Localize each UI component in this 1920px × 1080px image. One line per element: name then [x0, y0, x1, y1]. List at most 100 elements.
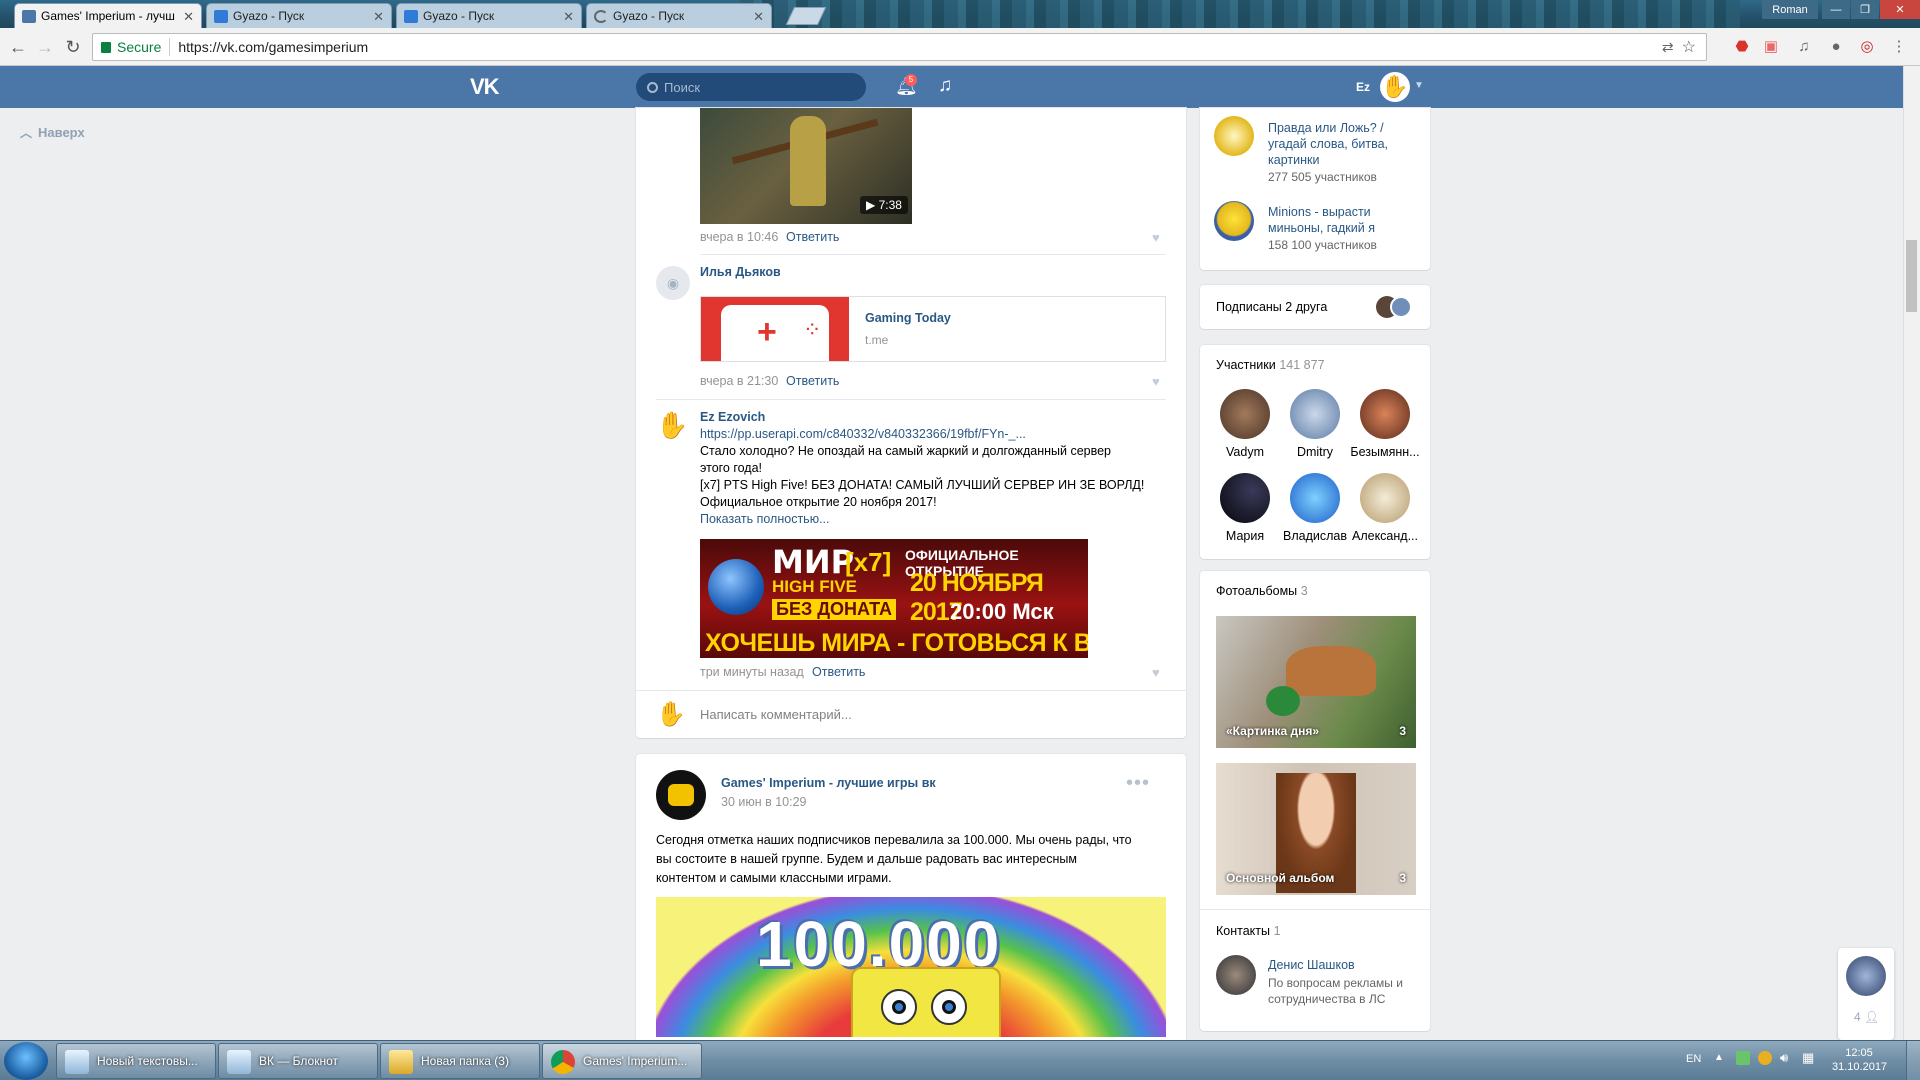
- group-name[interactable]: Minions - вырасти миньоны, гадкий я: [1268, 204, 1375, 236]
- contacts-header[interactable]: Контакты 1: [1216, 923, 1281, 938]
- member[interactable]: Мария: [1210, 473, 1280, 543]
- album-item[interactable]: «Картинка дня» 3: [1216, 616, 1416, 748]
- back-arrow-icon[interactable]: ←: [8, 37, 28, 57]
- close-icon[interactable]: ✕: [563, 9, 574, 25]
- taskbar-item-notepad-new[interactable]: Новый текстовы...: [56, 1043, 216, 1079]
- menu-dots-icon[interactable]: ⋮: [1890, 38, 1908, 56]
- forward-arrow-icon[interactable]: →: [35, 37, 55, 57]
- vk-logo[interactable]: VK: [470, 74, 500, 100]
- reply-link[interactable]: Ответить: [786, 374, 839, 388]
- group-avatar[interactable]: [1214, 116, 1254, 156]
- tray-app-icon[interactable]: [1736, 1051, 1750, 1065]
- member[interactable]: Vadym: [1210, 389, 1280, 459]
- comment-author[interactable]: Илья Дьяков: [700, 265, 781, 279]
- volume-icon[interactable]: 🔊︎: [1780, 1050, 1788, 1066]
- contact-role: По вопросам рекламы и сотрудничества в Л…: [1268, 975, 1403, 1007]
- group-avatar[interactable]: [1214, 201, 1254, 241]
- comment-input[interactable]: Написать комментарий...: [700, 707, 1160, 722]
- url-text[interactable]: https://vk.com/gamesimperium: [178, 39, 368, 55]
- post-author[interactable]: Games' Imperium - лучшие игры вк: [721, 776, 936, 790]
- member[interactable]: Владислав: [1280, 473, 1350, 543]
- comment-author[interactable]: Ez Ezovich: [700, 410, 765, 424]
- promo-banner-image[interactable]: МИР [x7] HIGH FIVE БЕЗ ДОНАТА ОФИЦИАЛЬНО…: [700, 539, 1088, 658]
- clock[interactable]: 12:05 31.10.2017: [1832, 1046, 1887, 1074]
- network-icon[interactable]: ▦: [1802, 1050, 1814, 1066]
- taskbar-item-chrome[interactable]: Games' Imperium...: [542, 1043, 702, 1079]
- commenter-avatar[interactable]: ✋: [656, 410, 688, 441]
- extension-icon[interactable]: ◎: [1858, 38, 1876, 56]
- like-heart-icon[interactable]: ♥: [1152, 230, 1160, 245]
- group-name[interactable]: Правда или Ложь? / угадай слова, битва, …: [1268, 120, 1388, 168]
- contact-name[interactable]: Денис Шашков: [1268, 957, 1355, 973]
- task-label: Новый текстовы...: [97, 1054, 198, 1068]
- globe-icon: [708, 559, 764, 615]
- scroll-to-top-link[interactable]: ︿ Наверх: [20, 124, 85, 141]
- minimize-icon[interactable]: —: [1822, 0, 1850, 19]
- link-attachment[interactable]: + ⁘ Gaming Today t.me: [700, 296, 1166, 362]
- adblock-icon[interactable]: ⬣: [1733, 38, 1751, 56]
- chat-widget[interactable]: 4 👤︎: [1838, 948, 1894, 1040]
- music-note-icon[interactable]: ♫: [938, 75, 952, 97]
- albums-header[interactable]: Фотоальбомы 3: [1216, 583, 1308, 598]
- translate-icon[interactable]: ⇄: [1662, 39, 1674, 56]
- address-bar[interactable]: Secure https://vk.com/gamesimperium ⇄ ☆: [92, 33, 1707, 61]
- taskbar-item-notepad-vk[interactable]: ВК — Блокнот: [218, 1043, 378, 1079]
- eye-art: [931, 989, 967, 1025]
- tray-expand-icon[interactable]: ▲: [1714, 1052, 1724, 1063]
- music-extension-icon[interactable]: ♫: [1795, 38, 1813, 56]
- members-header[interactable]: Участники 141 877: [1216, 357, 1325, 372]
- divider: [169, 38, 171, 56]
- reload-icon[interactable]: ↻: [63, 37, 83, 57]
- close-icon[interactable]: ✕: [373, 9, 384, 25]
- profile-user-label[interactable]: Roman: [1762, 0, 1818, 19]
- language-indicator[interactable]: EN: [1686, 1053, 1701, 1065]
- start-button[interactable]: [4, 1042, 48, 1080]
- tray-app-icon[interactable]: [1758, 1051, 1772, 1065]
- comment-link[interactable]: https://pp.userapi.com/c840332/v84033236…: [700, 426, 1166, 443]
- close-icon[interactable]: ✕: [183, 9, 194, 25]
- close-icon[interactable]: ✕: [753, 9, 764, 25]
- show-desktop-button[interactable]: [1906, 1041, 1920, 1080]
- reply-link[interactable]: Ответить: [786, 230, 839, 244]
- tab-label: Gyazo - Пуск: [233, 9, 305, 23]
- member-avatar: [1290, 473, 1340, 523]
- window-close-icon[interactable]: ✕: [1880, 0, 1920, 19]
- tab-gyazo-2[interactable]: Gyazo - Пуск ✕: [396, 3, 582, 28]
- reply-link[interactable]: Ответить: [812, 665, 865, 679]
- video-thumbnail[interactable]: ▶ 7:38: [700, 108, 912, 224]
- member[interactable]: Безымянн...: [1350, 389, 1420, 459]
- header-username[interactable]: Ez: [1356, 80, 1370, 94]
- more-dots-icon[interactable]: •••: [1126, 772, 1150, 795]
- tab-gyazo-1[interactable]: Gyazo - Пуск ✕: [206, 3, 392, 28]
- chat-count[interactable]: 4 👤︎: [1854, 1010, 1879, 1024]
- maximize-icon[interactable]: ❐: [1851, 0, 1879, 19]
- chrome-icon: [551, 1050, 575, 1074]
- scrollbar-thumb[interactable]: [1906, 240, 1917, 312]
- tab-label: Games' Imperium - лучш: [41, 9, 175, 23]
- bookmark-star-icon[interactable]: ☆: [1682, 37, 1696, 57]
- header-avatar[interactable]: ✋: [1380, 72, 1410, 102]
- post-image[interactable]: 100.000: [656, 897, 1166, 1037]
- member[interactable]: Dmitry: [1280, 389, 1350, 459]
- lightbulb-icon[interactable]: ●: [1827, 38, 1845, 56]
- extension-icon[interactable]: ▣: [1762, 38, 1780, 56]
- search-input[interactable]: Поиск: [636, 73, 866, 101]
- camera-icon[interactable]: ◉: [656, 266, 690, 300]
- show-more-link[interactable]: Показать полностью...: [700, 511, 1166, 528]
- friends-subscribed[interactable]: Подписаны 2 друга: [1200, 285, 1430, 329]
- page-scrollbar[interactable]: [1903, 66, 1920, 1040]
- like-heart-icon[interactable]: ♥: [1152, 665, 1160, 680]
- taskbar-item-folder[interactable]: Новая папка (3): [380, 1043, 540, 1079]
- album-item[interactable]: Основной альбом 3: [1216, 763, 1416, 895]
- member[interactable]: Александ...: [1350, 473, 1420, 543]
- group-avatar[interactable]: [656, 770, 706, 820]
- chevron-down-icon[interactable]: ▼: [1414, 80, 1424, 91]
- like-heart-icon[interactable]: ♥: [1152, 374, 1160, 389]
- tab-gyazo-3[interactable]: Gyazo - Пуск ✕: [586, 3, 772, 28]
- chat-avatar[interactable]: [1846, 956, 1886, 996]
- search-icon: [647, 81, 658, 93]
- tab-label: Gyazo - Пуск: [423, 9, 495, 23]
- tab-games-imperium[interactable]: Games' Imperium - лучш ✕: [14, 3, 202, 28]
- post-date[interactable]: 30 июн в 10:29: [721, 795, 807, 809]
- contact-avatar[interactable]: [1216, 955, 1256, 995]
